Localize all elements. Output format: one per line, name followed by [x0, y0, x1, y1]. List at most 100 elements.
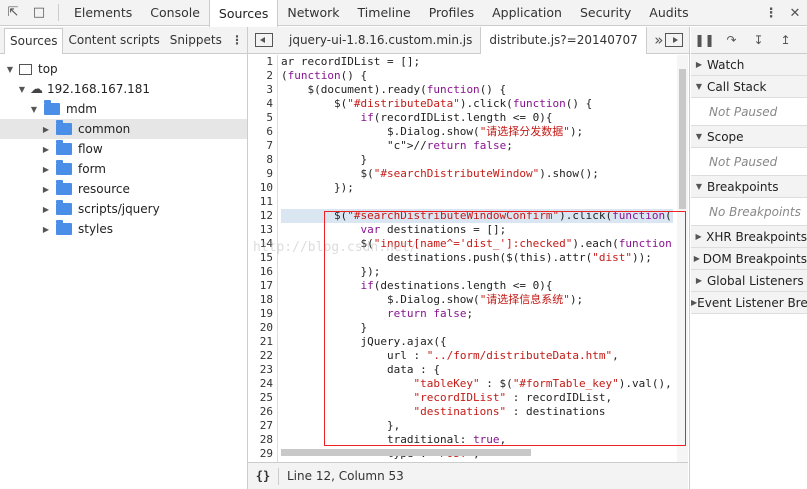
- tree-item-flow[interactable]: ▶ flow: [0, 139, 247, 159]
- line-number[interactable]: 16: [248, 265, 277, 279]
- code-line[interactable]: $("#distributeData").click(function() {: [281, 97, 673, 111]
- expand-arrow-icon[interactable]: ▶: [40, 165, 52, 174]
- expand-arrow-icon[interactable]: ▶: [40, 145, 52, 154]
- code-line[interactable]: return false;: [281, 307, 673, 321]
- expand-arrow-icon[interactable]: ▶: [40, 225, 52, 234]
- line-number[interactable]: 14: [248, 237, 277, 251]
- step-over-icon[interactable]: ↷: [718, 33, 745, 47]
- code-line[interactable]: url : "../form/distributeData.htm",: [281, 349, 673, 363]
- tab-sources[interactable]: Sources: [208, 0, 279, 27]
- line-number[interactable]: 4: [248, 97, 277, 111]
- code-line[interactable]: ar recordIDList = [];: [281, 55, 673, 69]
- tree-item-resource[interactable]: ▶ resource: [0, 179, 247, 199]
- pane-dom-breakpoints[interactable]: ▶ DOM Breakpoints: [691, 248, 807, 270]
- tab-sources-nav[interactable]: Sources: [4, 27, 64, 54]
- code-line[interactable]: $("#searchDistributeWindow").show();: [281, 167, 673, 181]
- line-number[interactable]: 19: [248, 307, 277, 321]
- line-number[interactable]: 26: [248, 405, 277, 419]
- code-area[interactable]: 1 2 3 4 5 6 7 8 9 10 11 12 13 14 15 16 17 18 19 20 21 22 23 24 2…: [248, 55, 688, 473]
- code-line[interactable]: }: [281, 153, 673, 167]
- tab-audits[interactable]: Audits: [640, 0, 697, 25]
- line-number[interactable]: 8: [248, 153, 277, 167]
- tab-application[interactable]: Application: [483, 0, 571, 25]
- line-number[interactable]: 10: [248, 181, 277, 195]
- code-line[interactable]: $(document).ready(function() {: [281, 83, 673, 97]
- step-out-icon[interactable]: ↥: [772, 33, 799, 47]
- collapse-arrow-icon[interactable]: ▼: [28, 105, 40, 114]
- line-number[interactable]: 29: [248, 447, 277, 461]
- more-menu-icon[interactable]: ⋮: [759, 0, 783, 26]
- tree-item-scripts-jquery[interactable]: ▶ scripts/jquery: [0, 199, 247, 219]
- code-line[interactable]: if(recordIDList.length <= 0){: [281, 111, 673, 125]
- line-number[interactable]: 17: [248, 279, 277, 293]
- code-line[interactable]: jQuery.ajax({: [281, 335, 673, 349]
- line-number[interactable]: 11: [248, 195, 277, 209]
- line-number[interactable]: 3: [248, 83, 277, 97]
- pause-icon[interactable]: ❚❚: [691, 33, 718, 47]
- code-line[interactable]: "c">//return false;: [281, 139, 673, 153]
- tree-item-form[interactable]: ▶ form: [0, 159, 247, 179]
- code-line[interactable]: if(destinations.length <= 0){: [281, 279, 673, 293]
- vertical-scrollbar[interactable]: [677, 55, 688, 473]
- tree-item-top[interactable]: ▼ top: [0, 59, 247, 79]
- tab-timeline[interactable]: Timeline: [349, 0, 420, 25]
- toggle-debugger-icon[interactable]: [665, 33, 683, 47]
- tab-elements[interactable]: Elements: [65, 0, 141, 25]
- line-number[interactable]: 21: [248, 335, 277, 349]
- toggle-navigator-icon[interactable]: [255, 33, 273, 47]
- code-line[interactable]: var destinations = [];: [281, 223, 673, 237]
- close-icon[interactable]: ✕: [783, 0, 807, 26]
- code-line[interactable]: $("input[name^='dist_']:checked").each(f…: [281, 237, 673, 251]
- tree-item-common[interactable]: ▶ common: [0, 119, 247, 139]
- line-number[interactable]: 24: [248, 377, 277, 391]
- code-line[interactable]: [281, 195, 673, 209]
- tab-snippets[interactable]: Snippets: [165, 27, 227, 54]
- line-number[interactable]: 15: [248, 251, 277, 265]
- line-number[interactable]: 25: [248, 391, 277, 405]
- line-number[interactable]: 5: [248, 111, 277, 125]
- pane-xhr-breakpoints[interactable]: ▶ XHR Breakpoints: [691, 226, 807, 248]
- pane-watch[interactable]: ▶ Watch: [691, 54, 807, 76]
- pane-scope[interactable]: ▼ Scope: [691, 126, 807, 148]
- line-number[interactable]: 7: [248, 139, 277, 153]
- line-number[interactable]: 2: [248, 69, 277, 83]
- tree-item-mdm[interactable]: ▼ mdm: [0, 99, 247, 119]
- code-line[interactable]: (function() {: [281, 69, 673, 83]
- expand-arrow-icon[interactable]: ▶: [40, 205, 52, 214]
- navigator-menu-icon[interactable]: ⋮: [227, 33, 247, 47]
- line-number[interactable]: 6: [248, 125, 277, 139]
- line-number[interactable]: 23: [248, 363, 277, 377]
- tab-console[interactable]: Console: [141, 0, 209, 25]
- line-number[interactable]: 28: [248, 433, 277, 447]
- code-line[interactable]: }: [281, 321, 673, 335]
- line-number[interactable]: 18: [248, 293, 277, 307]
- tree-item-192-168-167-181[interactable]: ▼ ☁ 192.168.167.181: [0, 79, 247, 99]
- code-line[interactable]: "recordIDList" : recordIDList,: [281, 391, 673, 405]
- code-line[interactable]: "tableKey" : $("#formTable_key").val(),: [281, 377, 673, 391]
- tab-content-scripts[interactable]: Content scripts: [63, 27, 164, 54]
- file-tab-jquery-ui[interactable]: jquery-ui-1.8.16.custom.min.js: [281, 27, 480, 54]
- tree-item-styles[interactable]: ▶ styles: [0, 219, 247, 239]
- code-line[interactable]: "destinations" : destinations: [281, 405, 673, 419]
- line-number[interactable]: 13: [248, 223, 277, 237]
- collapse-arrow-icon[interactable]: ▼: [16, 85, 28, 94]
- code-line[interactable]: });: [281, 181, 673, 195]
- code-line[interactable]: $.Dialog.show("请选择分发数据");: [281, 125, 673, 139]
- pane-breakpoints[interactable]: ▼ Breakpoints: [691, 176, 807, 198]
- line-number-gutter[interactable]: 1 2 3 4 5 6 7 8 9 10 11 12 13 14 15 16 17 18 19 20 21 22 23 24 2…: [248, 55, 278, 473]
- pane-call-stack[interactable]: ▼ Call Stack: [691, 76, 807, 98]
- code-line[interactable]: });: [281, 265, 673, 279]
- pane-global-listeners[interactable]: ▶ Global Listeners: [691, 270, 807, 292]
- line-number[interactable]: 1: [248, 55, 277, 69]
- inspect-element-icon[interactable]: ⇱: [0, 0, 26, 25]
- collapse-arrow-icon[interactable]: ▼: [4, 65, 16, 74]
- code-lines[interactable]: ar recordIDList = []; (function() { $(doc…: [281, 55, 673, 461]
- step-into-icon[interactable]: ↧: [745, 33, 772, 47]
- line-number[interactable]: 27: [248, 419, 277, 433]
- code-line[interactable]: },: [281, 419, 673, 433]
- code-line[interactable]: $("#searchDistributeWindowConfirm").clic…: [281, 209, 673, 223]
- tab-profiles[interactable]: Profiles: [420, 0, 483, 25]
- horizontal-scrollbar[interactable]: [281, 447, 676, 457]
- line-number[interactable]: 9: [248, 167, 277, 181]
- code-line[interactable]: data : {: [281, 363, 673, 377]
